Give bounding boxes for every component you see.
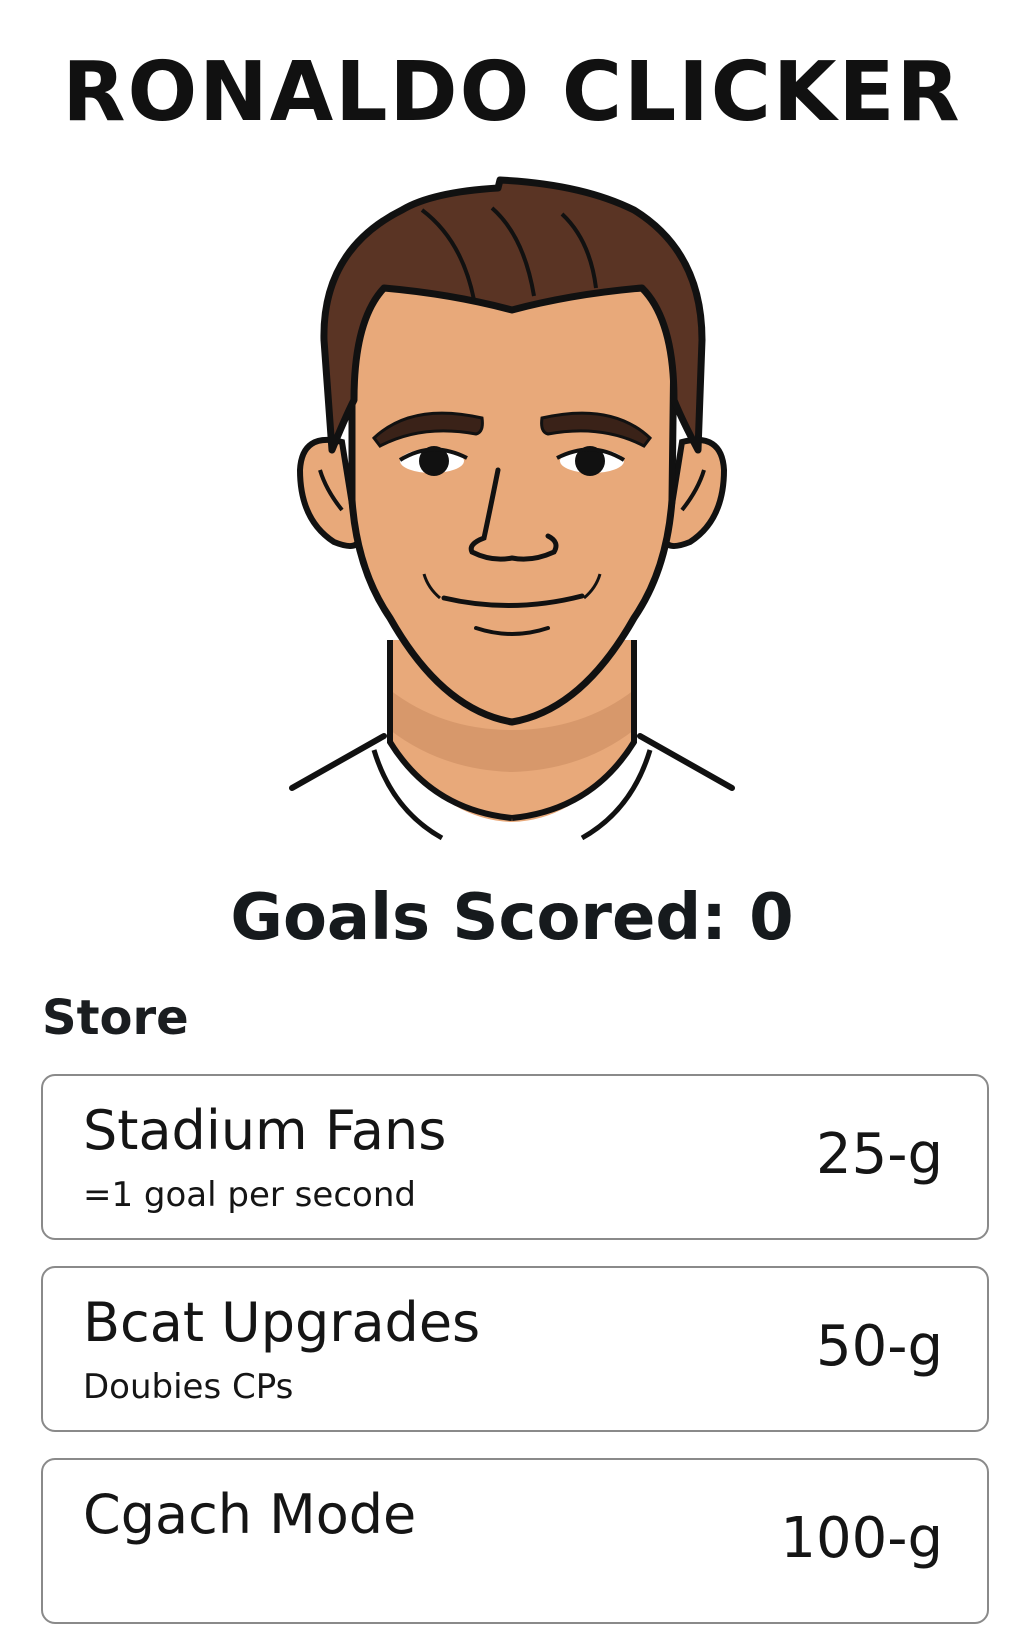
store-item-cost: 25-g	[815, 1122, 943, 1187]
ronaldo-click-target[interactable]	[262, 170, 762, 860]
game-title: RONALDO CLICKER	[62, 45, 962, 140]
store-item-boot-upgrades[interactable]: Bcat Upgrades Doubies CPs 50-g	[41, 1266, 989, 1432]
store-item-cost: 100-g	[780, 1506, 943, 1571]
store-list: Stadium Fans =1 goal per second 25-g Bca…	[41, 1074, 989, 1650]
store-item-description: Doubies CPs	[83, 1367, 294, 1407]
store-item-name: Bcat Upgrades	[83, 1291, 481, 1354]
store-heading: Store	[42, 990, 189, 1046]
goals-scored-counter: Goals Scored: 0	[0, 878, 1024, 958]
goals-scored-label: Goals Scored:	[230, 881, 727, 955]
goals-scored-value: 0	[749, 881, 794, 955]
store-item-name: Stadium Fans	[83, 1099, 447, 1162]
store-item-description: =1 goal per second	[83, 1175, 416, 1215]
ronaldo-face-icon[interactable]	[262, 170, 762, 860]
store-item-coach-mode[interactable]: Cgach Mode 100-g	[41, 1458, 989, 1624]
store-item-cost: 50-g	[815, 1314, 943, 1379]
store-item-stadium-fans[interactable]: Stadium Fans =1 goal per second 25-g	[41, 1074, 989, 1240]
store-item-name: Cgach Mode	[83, 1483, 417, 1546]
